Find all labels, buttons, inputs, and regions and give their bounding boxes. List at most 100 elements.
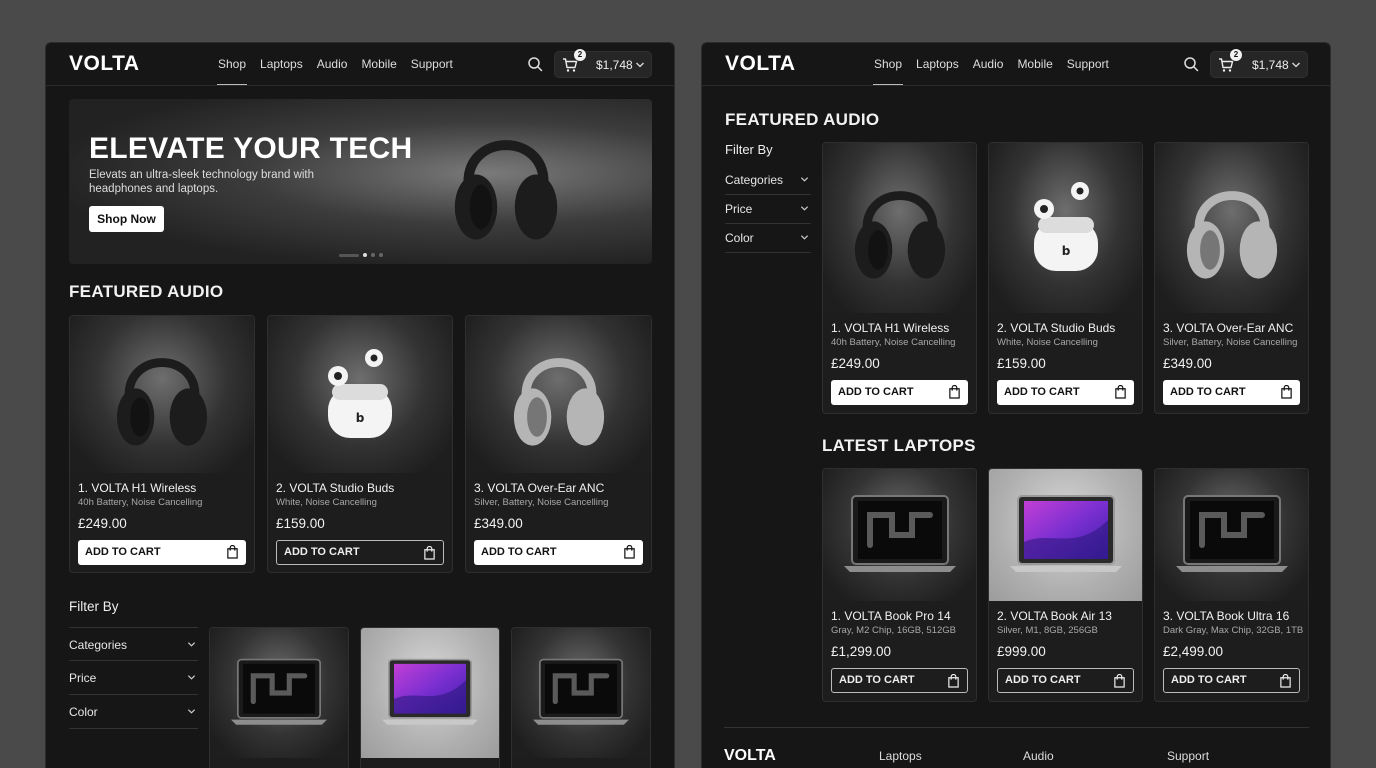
product-image bbox=[512, 628, 650, 758]
product-price: £349.00 bbox=[1163, 356, 1212, 371]
nav-audio[interactable]: Audio bbox=[317, 57, 348, 71]
bag-icon bbox=[1280, 385, 1293, 399]
product-card[interactable]: 1. VOLTA H1 Wireless 40h Battery, Noise … bbox=[822, 142, 977, 414]
product-card[interactable] bbox=[209, 627, 349, 768]
add-to-cart-label: ADD TO CART bbox=[1171, 674, 1247, 686]
site-header: VOLTA Shop Laptops Audio Mobile Support … bbox=[702, 43, 1330, 86]
latest-laptops-title: LATEST LAPTOPS bbox=[822, 436, 976, 455]
add-to-cart-button[interactable]: ADD TO CART bbox=[997, 668, 1134, 693]
footer-link-audio[interactable]: Audio bbox=[1023, 749, 1054, 763]
carousel-dot[interactable] bbox=[371, 253, 375, 257]
add-to-cart-label: ADD TO CART bbox=[85, 546, 161, 558]
shop-now-button[interactable]: Shop Now bbox=[89, 206, 164, 232]
product-desc: 40h Battery, Noise Cancelling bbox=[831, 337, 956, 348]
cart-button[interactable]: 2 $1,748 bbox=[1210, 49, 1308, 78]
product-name[interactable]: 1. VOLTA H1 Wireless bbox=[78, 481, 196, 495]
add-to-cart-label: ADD TO CART bbox=[481, 546, 557, 558]
add-to-cart-button[interactable]: ADD TO CART bbox=[1163, 668, 1300, 693]
add-to-cart-button[interactable]: ADD TO CART bbox=[78, 540, 246, 565]
product-image bbox=[989, 143, 1142, 313]
headphones-icon bbox=[107, 327, 217, 462]
bag-icon bbox=[623, 545, 636, 559]
cart-total: $1,748 bbox=[596, 58, 633, 72]
add-to-cart-button[interactable]: ADD TO CART bbox=[474, 540, 643, 565]
product-card[interactable]: 2. VOLTA Book Air 13 Silver, M1, 8GB, 25… bbox=[988, 468, 1143, 702]
laptop-icon bbox=[521, 653, 641, 733]
bag-icon bbox=[226, 545, 239, 559]
product-card[interactable]: 3. VOLTA Over-Ear ANC Silver, Battery, N… bbox=[465, 315, 652, 573]
filter-categories[interactable]: Categories bbox=[725, 165, 811, 195]
carousel-dot[interactable] bbox=[379, 253, 383, 257]
product-name[interactable]: 3. VOLTA Over-Ear ANC bbox=[1163, 321, 1293, 335]
add-to-cart-button[interactable]: ADD TO CART bbox=[831, 668, 968, 693]
main-nav: Shop Laptops Audio Mobile Support bbox=[216, 57, 453, 85]
nav-support[interactable]: Support bbox=[1067, 57, 1109, 71]
filter-price[interactable]: Price bbox=[725, 195, 811, 224]
nav-shop[interactable]: Shop bbox=[216, 57, 248, 85]
product-image bbox=[70, 316, 254, 473]
footer-link-laptops[interactable]: Laptops bbox=[879, 749, 922, 763]
hero-subtitle: Elevats an ultra-sleek technology brand … bbox=[89, 169, 315, 195]
add-to-cart-button[interactable]: ADD TO CART bbox=[276, 540, 444, 565]
product-name[interactable]: 1. VOLTA H1 Wireless bbox=[831, 321, 949, 335]
featured-audio-title: FEATURED AUDIO bbox=[725, 110, 880, 129]
nav-laptops[interactable]: Laptops bbox=[260, 57, 303, 71]
product-desc: White, Noise Cancelling bbox=[276, 497, 377, 508]
product-card[interactable]: 2. VOLTA Studio Buds White, Noise Cancel… bbox=[988, 142, 1143, 414]
filter-label: Categories bbox=[69, 638, 128, 652]
product-card[interactable]: 1. VOLTA Book Pro 14 Gray, M2 Chip, 16GB… bbox=[822, 468, 977, 702]
bag-icon bbox=[948, 385, 961, 399]
product-name[interactable]: 3. VOLTA Book Ultra 16 bbox=[1163, 609, 1289, 623]
product-name[interactable]: 2. VOLTA Book Air 13 bbox=[997, 609, 1112, 623]
cart-total: $1,748 bbox=[1252, 58, 1289, 72]
add-to-cart-label: ADD TO CART bbox=[1170, 386, 1246, 398]
product-name[interactable]: 2. VOLTA Studio Buds bbox=[276, 481, 394, 495]
carousel-dot-active[interactable] bbox=[363, 253, 367, 257]
hero-title: ELEVATE YOUR TECH bbox=[89, 132, 413, 165]
search-icon[interactable] bbox=[527, 56, 543, 72]
product-desc: White, Noise Cancelling bbox=[997, 337, 1098, 348]
product-price: £159.00 bbox=[276, 516, 325, 531]
add-to-cart-button[interactable]: ADD TO CART bbox=[997, 380, 1134, 405]
chevron-down-icon bbox=[800, 204, 809, 213]
chevron-down-icon bbox=[187, 707, 196, 716]
product-card[interactable] bbox=[511, 627, 651, 768]
footer-link-support[interactable]: Support bbox=[1167, 749, 1209, 763]
product-name[interactable]: 2. VOLTA Studio Buds bbox=[997, 321, 1115, 335]
nav-support[interactable]: Support bbox=[411, 57, 453, 71]
nav-mobile[interactable]: Mobile bbox=[1017, 57, 1052, 71]
footer-divider bbox=[724, 727, 1309, 728]
product-card[interactable] bbox=[360, 627, 500, 768]
bag-icon bbox=[1114, 385, 1127, 399]
earbuds-icon bbox=[1016, 171, 1116, 286]
filter-color[interactable]: Color bbox=[69, 695, 198, 729]
search-icon[interactable] bbox=[1183, 56, 1199, 72]
nav-laptops[interactable]: Laptops bbox=[916, 57, 959, 71]
carousel-dot[interactable] bbox=[339, 253, 359, 257]
filter-price[interactable]: Price bbox=[69, 661, 198, 695]
brand-logo[interactable]: VOLTA bbox=[725, 52, 796, 76]
filter-color[interactable]: Color bbox=[725, 224, 811, 253]
product-card[interactable]: 3. VOLTA Over-Ear ANC Silver, Battery, N… bbox=[1154, 142, 1309, 414]
brand-logo[interactable]: VOLTA bbox=[69, 52, 140, 76]
product-name[interactable]: 3. VOLTA Over-Ear ANC bbox=[474, 481, 604, 495]
footer-logo[interactable]: VOLTA bbox=[724, 747, 776, 765]
carousel-dots bbox=[339, 253, 383, 257]
product-card[interactable]: 2. VOLTA Studio Buds White, Noise Cancel… bbox=[267, 315, 453, 573]
filter-categories[interactable]: Categories bbox=[69, 627, 198, 661]
nav-mobile[interactable]: Mobile bbox=[361, 57, 396, 71]
cart-button[interactable]: 2 $1,748 bbox=[554, 49, 652, 78]
add-to-cart-button[interactable]: ADD TO CART bbox=[1163, 380, 1300, 405]
product-name[interactable]: 1. VOLTA Book Pro 14 bbox=[831, 609, 951, 623]
add-to-cart-button[interactable]: ADD TO CART bbox=[831, 380, 968, 405]
nav-shop[interactable]: Shop bbox=[872, 57, 904, 85]
product-card[interactable]: 3. VOLTA Book Ultra 16 Dark Gray, Max Ch… bbox=[1154, 468, 1309, 702]
product-image bbox=[361, 628, 499, 758]
chevron-down-icon bbox=[800, 175, 809, 184]
hero-banner: ELEVATE YOUR TECH Elevats an ultra-sleek… bbox=[69, 99, 652, 264]
product-card[interactable]: 1. VOLTA H1 Wireless 40h Battery, Noise … bbox=[69, 315, 255, 573]
main-nav: Shop Laptops Audio Mobile Support bbox=[872, 57, 1109, 85]
chevron-down-icon bbox=[635, 60, 645, 70]
add-to-cart-label: ADD TO CART bbox=[284, 546, 360, 558]
nav-audio[interactable]: Audio bbox=[973, 57, 1004, 71]
